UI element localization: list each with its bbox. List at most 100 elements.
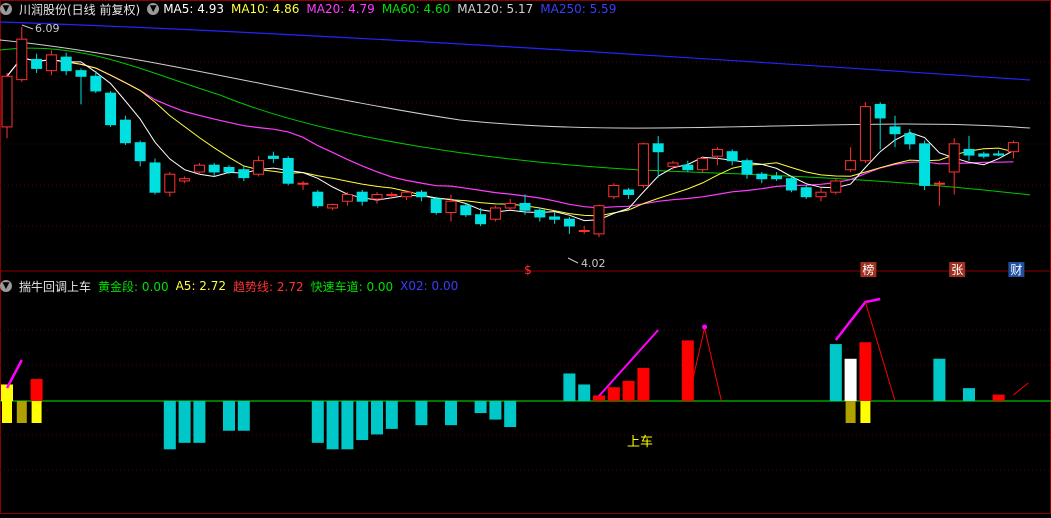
candle-body [31, 58, 43, 69]
candle-body [223, 166, 235, 173]
ma120-label: MA120: 5.17 [457, 2, 534, 16]
indicator-bar [489, 401, 502, 420]
indicator-bar [385, 401, 398, 429]
candle-body [534, 209, 546, 218]
candle-body [948, 143, 960, 173]
max-price-label: 6.09 [35, 22, 60, 35]
ma250-line [0, 21, 1031, 81]
candle-body [327, 204, 339, 209]
indicator-bar [681, 340, 694, 401]
candle-body [386, 193, 398, 196]
gold-segment-bar [31, 401, 42, 423]
indicator-bar [237, 401, 250, 431]
candle-body [371, 193, 383, 200]
circle-down-icon[interactable]: ▼ [0, 3, 12, 15]
stock-title[interactable]: 川润股份(日线 前复权) [19, 1, 140, 18]
candle-body [134, 142, 146, 162]
indicator-bar [356, 401, 369, 441]
gold-segment-bar [2, 401, 12, 423]
candle-body [475, 214, 487, 225]
candle-body [815, 191, 827, 198]
indicator-bar [859, 342, 872, 401]
candle-body [253, 160, 265, 175]
candle-body [919, 143, 931, 186]
candle-body [149, 162, 161, 193]
candle-body [504, 202, 516, 209]
ma5-label: MA5: 4.93 [163, 2, 224, 16]
candle-body [119, 119, 131, 144]
candle-body [993, 153, 1005, 156]
candle-body [652, 143, 664, 153]
indicator-bar [622, 380, 635, 401]
ma10-label: MA10: 4.86 [230, 2, 300, 16]
candle-body [711, 148, 723, 157]
candle-body [445, 200, 457, 213]
indicator-bar [163, 401, 176, 450]
event-marker: 榜 [862, 262, 874, 277]
candle-body [430, 198, 442, 213]
ma20-label: MA20: 4.79 [306, 2, 375, 16]
candle-body [282, 157, 294, 184]
indicator-bar [341, 401, 354, 450]
max-price-pointer [21, 24, 34, 30]
fast-lane-label: 快速车道: 0.00 [310, 279, 394, 294]
indicator-bar [844, 358, 857, 401]
indicator-bar [593, 395, 605, 401]
gold-segment-bar [845, 401, 856, 423]
candle-body [874, 103, 886, 119]
candle-body [401, 191, 413, 198]
candle-body [105, 92, 117, 126]
candle-body [578, 229, 590, 232]
candle-body [75, 70, 87, 77]
candle-body [208, 164, 220, 173]
candle-body [90, 75, 102, 92]
indicator-title[interactable]: 揣牛回调上车 [19, 278, 91, 295]
x02-label: X02: 0.00 [400, 279, 459, 293]
gold-segment-bar [16, 401, 27, 423]
circle-down-icon[interactable]: ▼ [0, 280, 12, 292]
indicator-bar [178, 401, 191, 443]
candle-body [845, 160, 857, 171]
candle-body [563, 218, 575, 227]
indicator-bar [326, 401, 339, 450]
gold-segment-label: 黄金段: 0.00 [98, 279, 169, 294]
bottom-header: ▼ 揣牛回调上车 黄金段: 0.00 A5: 2.72 趋势线: 2.72 快速… [0, 277, 465, 295]
candle-body [193, 164, 205, 173]
candle-body [549, 216, 561, 220]
indicator-bar [445, 401, 457, 426]
candle-body [682, 164, 694, 171]
candle-body [623, 189, 635, 195]
min-price-label: 4.02 [581, 257, 606, 270]
candle-body [1, 75, 13, 128]
candle-body [460, 205, 472, 216]
candle-body [297, 182, 309, 185]
candle-body [933, 182, 945, 185]
candle-body [889, 126, 901, 135]
indicator-bar [223, 401, 235, 431]
candle-body [800, 187, 812, 198]
event-marker: 张 [951, 263, 963, 277]
trend-line-label: 趋势线: 2.72 [233, 279, 304, 294]
candle-body [16, 38, 28, 81]
indicator-bar [504, 401, 517, 428]
trend-line [834, 297, 881, 341]
buy-signal-label: 上车 [627, 434, 653, 450]
chart-svg: 6.09 4.02 $ 榜 张 财上车 [0, 0, 1051, 514]
indicator-bar [992, 394, 1005, 401]
candle-body [267, 155, 279, 159]
indicator-bar [933, 358, 946, 401]
min-price-pointer [567, 257, 579, 264]
indicator-bar [311, 401, 324, 443]
ma60-label: MA60: 4.60 [381, 2, 451, 16]
ma250-label: MA250: 5.59 [540, 2, 617, 16]
candle-body [904, 133, 916, 145]
candle-body [179, 178, 191, 182]
gold-segment-bar [860, 401, 871, 423]
indicator-bar [563, 373, 576, 401]
event-marker: $ [524, 263, 532, 277]
candle-body [771, 175, 783, 180]
peak-dot [702, 324, 708, 330]
circle-down-icon[interactable]: ▼ [147, 3, 160, 15]
candle-body [60, 56, 72, 72]
candle-body [341, 193, 353, 202]
